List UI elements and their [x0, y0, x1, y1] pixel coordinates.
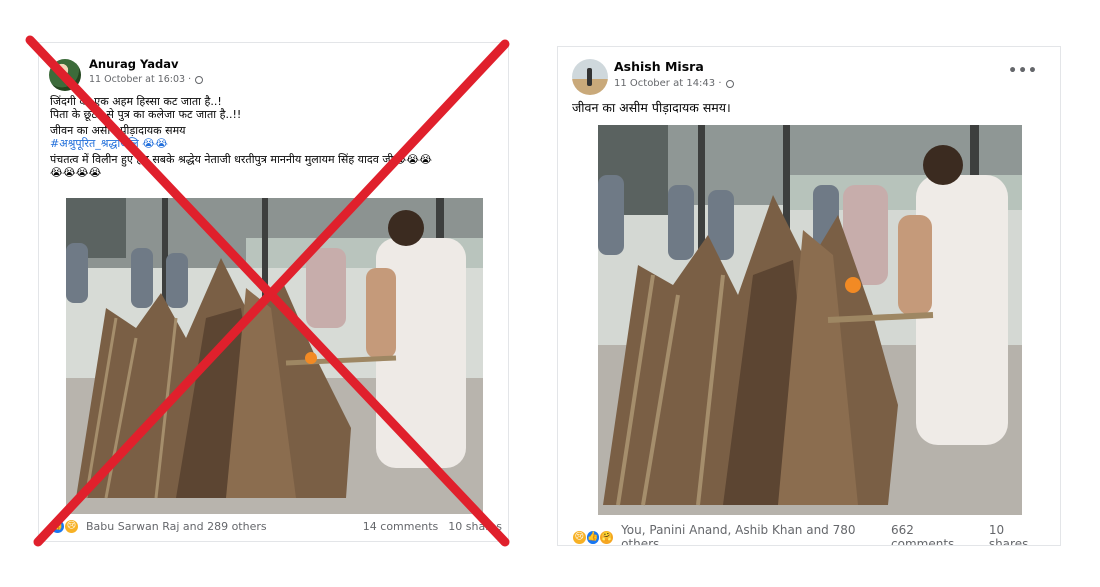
post-footer: 👍 😢 Babu Sarwan Raj and 289 others 14 co…	[50, 519, 502, 534]
caption-line: पिता के छूटने से पुत्र का कलेजा फट जाता …	[50, 108, 242, 121]
more-options-icon[interactable]: •••	[1008, 63, 1038, 79]
post-timestamp[interactable]: 11 October at 16:03 ·	[89, 74, 204, 85]
caption-line: 😭😭😭😭	[50, 166, 102, 179]
care-reaction-icon: 🤗	[599, 529, 615, 545]
comments-count[interactable]: 662 comments	[891, 523, 979, 545]
globe-icon	[725, 79, 734, 88]
post-timestamp[interactable]: 11 October at 14:43 ·	[614, 78, 734, 89]
caption-line: पंचतत्व में विलीन हुए हम सबके श्रद्धेय न…	[50, 153, 432, 166]
left-facebook-post: Anurag Yadav 11 October at 16:03 · जिंदग…	[38, 42, 509, 542]
author-avatar[interactable]	[49, 59, 81, 91]
reaction-names[interactable]: You, Panini Anand, Ashib Khan and 780 ot…	[621, 523, 891, 545]
post-caption: जिंदगी का एक अहम हिस्सा कट जाता है..! पि…	[50, 95, 496, 179]
post-photo[interactable]	[66, 198, 483, 514]
sad-reaction-icon: 😢	[572, 529, 587, 545]
author-avatar[interactable]	[572, 59, 608, 95]
right-facebook-post: Ashish Misra 11 October at 14:43 · ••• ज…	[557, 46, 1061, 546]
globe-icon	[195, 75, 204, 84]
author-name[interactable]: Ashish Misra	[614, 59, 704, 74]
sad-reaction-icon: 😢	[64, 519, 79, 534]
caption-line: जिंदगी का एक अहम हिस्सा कट जाता है..!	[50, 95, 222, 108]
comments-count[interactable]: 14 comments	[363, 520, 439, 533]
hashtag-link[interactable]: #अश्रुपूरित_श्रद्धांजलि 😭😭	[50, 137, 496, 150]
timestamp-text[interactable]: 11 October at 14:43 ·	[614, 78, 722, 89]
cremation-scene-image	[598, 125, 1022, 515]
reaction-names[interactable]: Babu Sarwan Raj and 289 others	[86, 520, 267, 533]
cremation-scene-image	[66, 198, 483, 514]
shares-count[interactable]: 10 shares	[989, 523, 1046, 545]
post-footer: 😢 👍 🤗 You, Panini Anand, Ashib Khan and …	[572, 523, 1046, 545]
like-reaction-icon: 👍	[585, 529, 601, 545]
author-name[interactable]: Anurag Yadav	[89, 57, 178, 71]
post-caption: जीवन का असीम पीड़ादायक समय।	[572, 100, 731, 115]
shares-count[interactable]: 10 shares	[448, 520, 502, 533]
caption-line: जीवन का असीम पीड़ादायक समय	[50, 124, 186, 137]
post-photo[interactable]	[598, 125, 1022, 515]
like-reaction-icon: 👍	[50, 519, 65, 534]
timestamp-text[interactable]: 11 October at 16:03 ·	[89, 74, 191, 85]
reactions-summary[interactable]: 😢 👍 🤗 You, Panini Anand, Ashib Khan and …	[572, 523, 891, 545]
reactions-summary[interactable]: 👍 😢 Babu Sarwan Raj and 289 others	[50, 519, 267, 534]
